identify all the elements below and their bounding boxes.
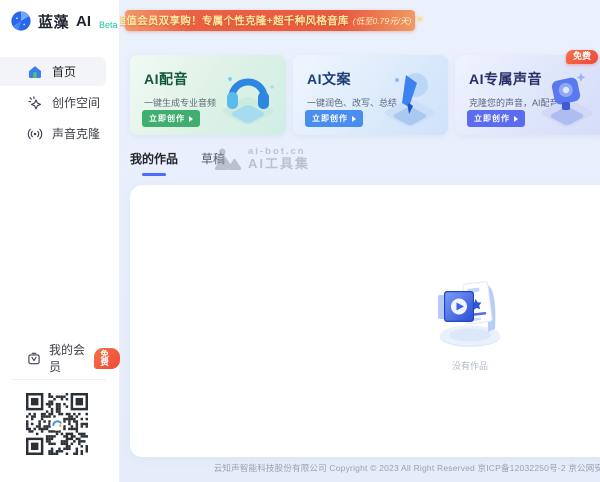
brand-ai: AI: [76, 13, 91, 30]
tab-drafts[interactable]: 草稿: [201, 150, 225, 176]
create-now-button[interactable]: 立即创作: [467, 110, 525, 127]
free-badge: 免费: [94, 348, 120, 369]
works-panel: 没有作品: [130, 185, 600, 457]
promo-banner[interactable]: 超值会员双享购！专属个性克隆+超千种风格音库 (低至0.79元/天) ✳: [125, 10, 415, 31]
card-subtitle: 一键润色、改写、总结: [307, 96, 448, 109]
sidebar-item-membership[interactable]: 我的会员 免费: [0, 346, 120, 370]
sidebar-item-voice-clone[interactable]: 声音克隆: [0, 119, 120, 148]
qr-code-image: [26, 393, 88, 455]
sidebar-item-label: 声音克隆: [52, 125, 100, 142]
play-arrow-icon: [352, 116, 356, 122]
card-ai-dubbing[interactable]: AI配音 一键生成专业音频 立即创作: [130, 55, 286, 135]
watermark: ai-bot.cn AI工具集: [215, 147, 310, 171]
qr-code: [26, 393, 88, 455]
sidebar: 蓝藻 AI Beta 首页 创作空间 声音克隆: [0, 0, 120, 482]
empty-state: 没有作品: [410, 269, 530, 372]
empty-works-illustration: [424, 269, 516, 351]
membership-label: 我的会员: [49, 341, 87, 375]
tab-label: 我的作品: [130, 152, 178, 166]
beta-tag: Beta: [99, 20, 118, 32]
voice-waves-icon: [27, 126, 43, 142]
create-now-button[interactable]: 立即创作: [305, 110, 363, 127]
sidebar-nav: 首页 创作空间 声音克隆: [0, 57, 120, 150]
button-label: 立即创作: [149, 113, 185, 124]
home-icon: [27, 64, 43, 80]
card-title: AI文案: [307, 69, 448, 89]
headphones-illustration: [206, 55, 286, 135]
empty-state-text: 没有作品: [410, 359, 530, 372]
works-tabs: 我的作品 草稿: [130, 150, 225, 176]
footer-copyright: 云知声智能科技股份有限公司 Copyright © 2023 All Right…: [120, 462, 600, 474]
sidebar-item-label: 首页: [52, 63, 76, 80]
card-subtitle: 一键生成专业音频: [144, 96, 286, 109]
free-badge: 免费: [566, 50, 598, 64]
pen-illustration: [368, 55, 448, 135]
button-label: 立即创作: [312, 113, 348, 124]
sidebar-item-home[interactable]: 首页: [0, 57, 106, 86]
microphone-illustration: [525, 55, 600, 135]
create-now-button[interactable]: 立即创作: [142, 110, 200, 127]
sidebar-item-label: 创作空间: [52, 94, 100, 111]
sparkle-icon: [27, 95, 43, 111]
button-label: 立即创作: [474, 113, 510, 124]
card-title: AI配音: [144, 69, 286, 89]
main-area: 超值会员双享购！专属个性克隆+超千种风格音库 (低至0.79元/天) ✳ AI配…: [120, 0, 600, 482]
vip-bag-icon: [26, 351, 42, 366]
brand-name: 蓝藻: [38, 11, 69, 32]
sidebar-item-creation-space[interactable]: 创作空间: [0, 88, 120, 117]
sidebar-divider: [12, 379, 106, 380]
tab-my-works[interactable]: 我的作品: [130, 150, 178, 176]
card-ai-copywriting[interactable]: AI文案 一键润色、改写、总结 立即创作: [293, 55, 448, 135]
firework-icon: ✳: [415, 15, 424, 26]
play-arrow-icon: [514, 116, 518, 122]
play-arrow-icon: [189, 116, 193, 122]
brand-sphere-icon: [10, 10, 32, 32]
card-subtitle: 克隆您的声音，AI配音: [469, 96, 600, 109]
promo-text: 超值会员双享购！专属个性克隆+超千种风格音库: [115, 13, 348, 28]
feature-cards: AI配音 一键生成专业音频 立即创作 AI文案 一键润色、改写、总结: [130, 55, 600, 135]
tab-label: 草稿: [201, 152, 225, 166]
watermark-domain: ai-bot.cn: [248, 147, 310, 157]
watermark-title: AI工具集: [248, 157, 310, 171]
app-logo[interactable]: 蓝藻 AI Beta: [10, 10, 118, 32]
card-title: AI专属声音: [469, 69, 600, 89]
card-ai-exclusive-voice[interactable]: 免费 AI专属声音 克隆您的声音，AI配音 立即创作: [455, 55, 600, 135]
promo-price-note: (低至0.79元/天): [353, 15, 412, 27]
